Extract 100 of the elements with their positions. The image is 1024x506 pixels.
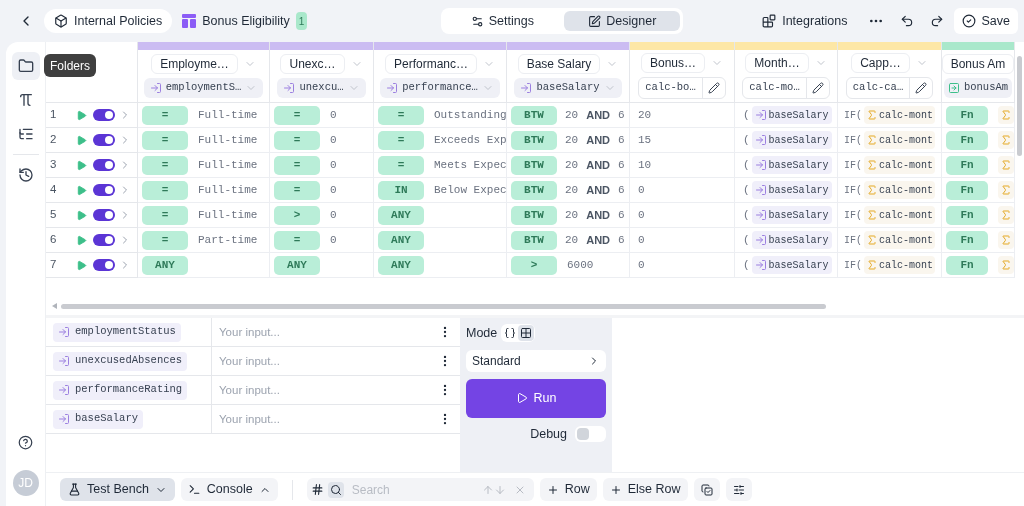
redo-icon[interactable] (929, 14, 944, 28)
column-title[interactable]: Capp… (851, 53, 910, 73)
play-icon[interactable] (76, 234, 87, 246)
calc-chip[interactable]: calc-mont (864, 206, 936, 224)
operator-badge[interactable]: ANY (378, 230, 424, 250)
calc-chip[interactable]: calc-mont (864, 106, 936, 124)
operator-badge[interactable]: ANY (142, 255, 188, 275)
operator-badge[interactable]: > (274, 205, 320, 225)
search-bar[interactable]: Search (306, 478, 534, 501)
operator-badge[interactable]: = (378, 105, 424, 125)
function-badge[interactable]: Fn (946, 130, 988, 150)
column-title[interactable]: Base Salary (517, 54, 601, 74)
calc-chip[interactable] (998, 131, 1014, 149)
operator-badge[interactable]: = (142, 155, 188, 175)
input-chip[interactable]: baseSalary (751, 206, 832, 224)
undo-icon[interactable] (899, 14, 914, 28)
input-chip[interactable]: baseSalary (751, 156, 832, 174)
operator-badge[interactable]: BTW (511, 130, 557, 150)
sidebar-item[interactable] (11, 52, 40, 80)
input-chip[interactable]: baseSalary (751, 106, 832, 124)
operator-badge[interactable]: = (142, 105, 188, 125)
row-toggle[interactable] (93, 134, 115, 146)
vertical-scrollbar[interactable] (1017, 56, 1022, 156)
scroll-left-icon[interactable] (52, 303, 57, 309)
field-select[interactable]: unexcu… (277, 78, 366, 98)
hash-icon[interactable] (310, 483, 324, 496)
calc-chip[interactable] (998, 231, 1014, 249)
console-button[interactable]: Console (180, 478, 278, 501)
expression-field[interactable]: calc-ca… (845, 77, 934, 99)
mode-toggle[interactable] (518, 325, 535, 342)
input-chip[interactable]: baseSalary (751, 256, 832, 274)
row-toggle[interactable] (93, 109, 115, 121)
column-title[interactable]: Bonus… (641, 53, 705, 73)
operator-badge[interactable]: = (142, 230, 188, 250)
function-badge[interactable]: Fn (946, 255, 988, 275)
field-select[interactable]: baseSalary (514, 78, 622, 98)
play-icon[interactable] (76, 134, 87, 146)
run-button[interactable]: Run (466, 378, 606, 418)
arrow-up-icon[interactable] (481, 483, 494, 496)
search-icon[interactable] (329, 483, 342, 496)
expression-field[interactable]: calc-bo… (638, 77, 726, 99)
operator-badge[interactable]: = (142, 130, 188, 150)
calc-chip[interactable] (998, 156, 1014, 174)
input-field[interactable]: Your input... (212, 347, 438, 375)
calc-chip[interactable] (998, 256, 1014, 274)
column-title[interactable]: Month… (745, 53, 809, 73)
breadcrumb-link[interactable]: Internal Policies (44, 9, 173, 33)
help-icon[interactable] (18, 435, 33, 450)
copy-check-button[interactable] (693, 478, 720, 501)
play-icon[interactable] (76, 259, 87, 271)
calc-chip[interactable]: calc-mont (864, 156, 936, 174)
field-select[interactable]: employmentS… (143, 78, 264, 98)
input-field[interactable]: Your input... (212, 376, 438, 404)
function-badge[interactable]: Fn (946, 205, 988, 225)
operator-badge[interactable]: BTW (511, 155, 557, 175)
row-toggle[interactable] (93, 159, 115, 171)
operator-badge[interactable]: = (142, 205, 188, 225)
row-toggle[interactable] (93, 234, 115, 246)
column-title[interactable]: Bonus Am (941, 54, 1015, 74)
operator-badge[interactable]: = (378, 155, 424, 175)
input-chip[interactable]: baseSalary (751, 231, 832, 249)
operator-badge[interactable]: = (274, 155, 320, 175)
calc-chip[interactable]: calc-mont (864, 181, 936, 199)
add-else-row-button[interactable]: Else Row (602, 478, 688, 501)
save-button[interactable]: Save (953, 8, 1018, 34)
arrow-down-icon[interactable] (493, 483, 506, 496)
row-toggle[interactable] (93, 259, 115, 271)
output-field[interactable]: bonusAm (943, 78, 1013, 98)
horizontal-scrollbar[interactable] (61, 303, 826, 309)
preset-select[interactable]: Standard (466, 349, 606, 372)
play-icon[interactable] (76, 159, 87, 171)
operator-badge[interactable]: = (274, 105, 320, 125)
calc-chip[interactable]: calc-mont (864, 231, 936, 249)
operator-badge[interactable]: BTW (511, 180, 557, 200)
column-title[interactable]: Performanc… (385, 54, 477, 74)
input-field[interactable]: Your input... (212, 318, 438, 346)
operator-badge[interactable]: ANY (378, 255, 424, 275)
expression-field[interactable]: calc-mo… (742, 77, 830, 99)
function-badge[interactable]: Fn (946, 155, 988, 175)
input-chip[interactable]: baseSalary (751, 131, 832, 149)
operator-badge[interactable]: BTW (511, 230, 557, 250)
integrations-button[interactable]: Integrations (758, 11, 852, 31)
operator-badge[interactable]: = (274, 180, 320, 200)
operator-badge[interactable]: = (378, 130, 424, 150)
calc-chip[interactable] (998, 206, 1014, 224)
operator-badge[interactable]: BTW (511, 205, 557, 225)
play-icon[interactable] (76, 209, 87, 221)
column-title[interactable]: Unexc… (280, 54, 345, 74)
calc-chip[interactable] (998, 181, 1014, 199)
operator-badge[interactable]: > (511, 255, 557, 275)
function-badge[interactable]: Fn (946, 180, 988, 200)
add-row-button[interactable]: Row (539, 478, 597, 501)
operator-badge[interactable]: BTW (511, 105, 557, 125)
column-title[interactable]: Employme… (151, 54, 238, 74)
search-field[interactable]: Search (347, 480, 478, 499)
calc-chip[interactable] (998, 106, 1014, 124)
operator-badge[interactable]: ANY (274, 255, 320, 275)
field-select[interactable]: performance… (380, 78, 500, 98)
calc-chip[interactable]: calc-mont (864, 256, 936, 274)
play-icon[interactable] (76, 109, 87, 121)
